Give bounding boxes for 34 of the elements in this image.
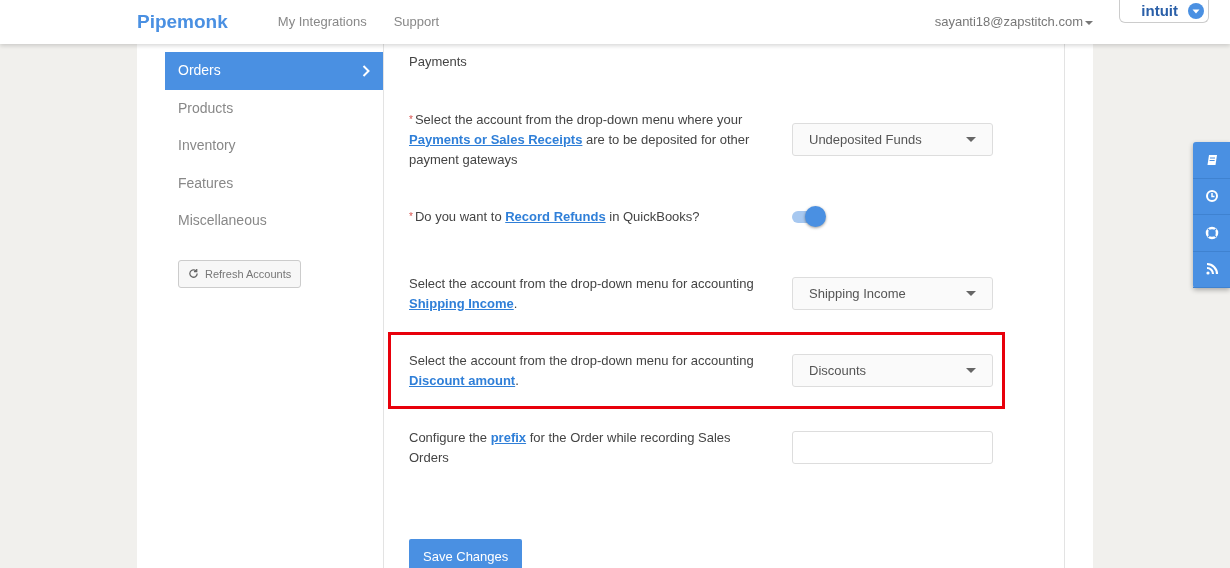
dropdown-icon (1188, 3, 1204, 19)
nav-link[interactable]: My Integrations (277, 12, 367, 32)
lifebuoy-icon (1204, 225, 1219, 240)
save-button[interactable]: Save Changes (409, 539, 523, 568)
setting-label: *Select the account from the drop-down menu where your Payments or Sales Receipts are to be deposited for other payment gateways (409, 110, 751, 169)
sidebar-item[interactable]: Orders (165, 52, 383, 90)
badge-text: intuit (1141, 0, 1178, 21)
chevron-icon (362, 64, 370, 77)
help-link[interactable]: Record Refunds (505, 208, 606, 224)
sidebar-item[interactable]: Products (165, 89, 383, 127)
setting-label: Select the account from the drop-down menu for accounting Discount amount. (409, 351, 754, 390)
sidebar-item[interactable]: Features (165, 164, 383, 202)
logo[interactable]: Pipemonk (137, 7, 228, 37)
setting-label: Payments (409, 53, 468, 71)
setting-label: Select the account from the drop-down menu for accounting Shipping Income. (409, 274, 754, 313)
account-select[interactable]: Undeposited Funds (792, 123, 993, 156)
setting-label: *Do you want to Record Refunds in QuickBooks? (409, 207, 701, 226)
nav-link[interactable]: Support (393, 12, 440, 32)
account-select[interactable]: Discounts (792, 354, 993, 387)
help-link[interactable]: Payments or Sales Receipts (409, 131, 583, 147)
help-link[interactable]: prefix (490, 429, 527, 445)
user-menu[interactable]: sayanti18@zapstitch.com (934, 12, 1093, 32)
rss-icon (1204, 262, 1219, 277)
toggle-switch[interactable] (792, 205, 826, 228)
account-badge[interactable]: intuit (1119, 0, 1209, 23)
help-link[interactable]: Shipping Income (409, 295, 514, 311)
setting-label: Configure the prefix for the Order while recording Sales Orders (409, 428, 732, 467)
prefix-field[interactable] (792, 431, 993, 464)
sidebar-item[interactable]: Miscellaneous (165, 202, 383, 240)
account-select[interactable]: Shipping Income (792, 277, 993, 310)
refresh-button[interactable]: Refresh Accounts (178, 259, 302, 288)
clock-icon (1204, 189, 1219, 204)
sidebar-item[interactable]: Inventory (165, 127, 383, 165)
refresh-icon (188, 268, 199, 280)
